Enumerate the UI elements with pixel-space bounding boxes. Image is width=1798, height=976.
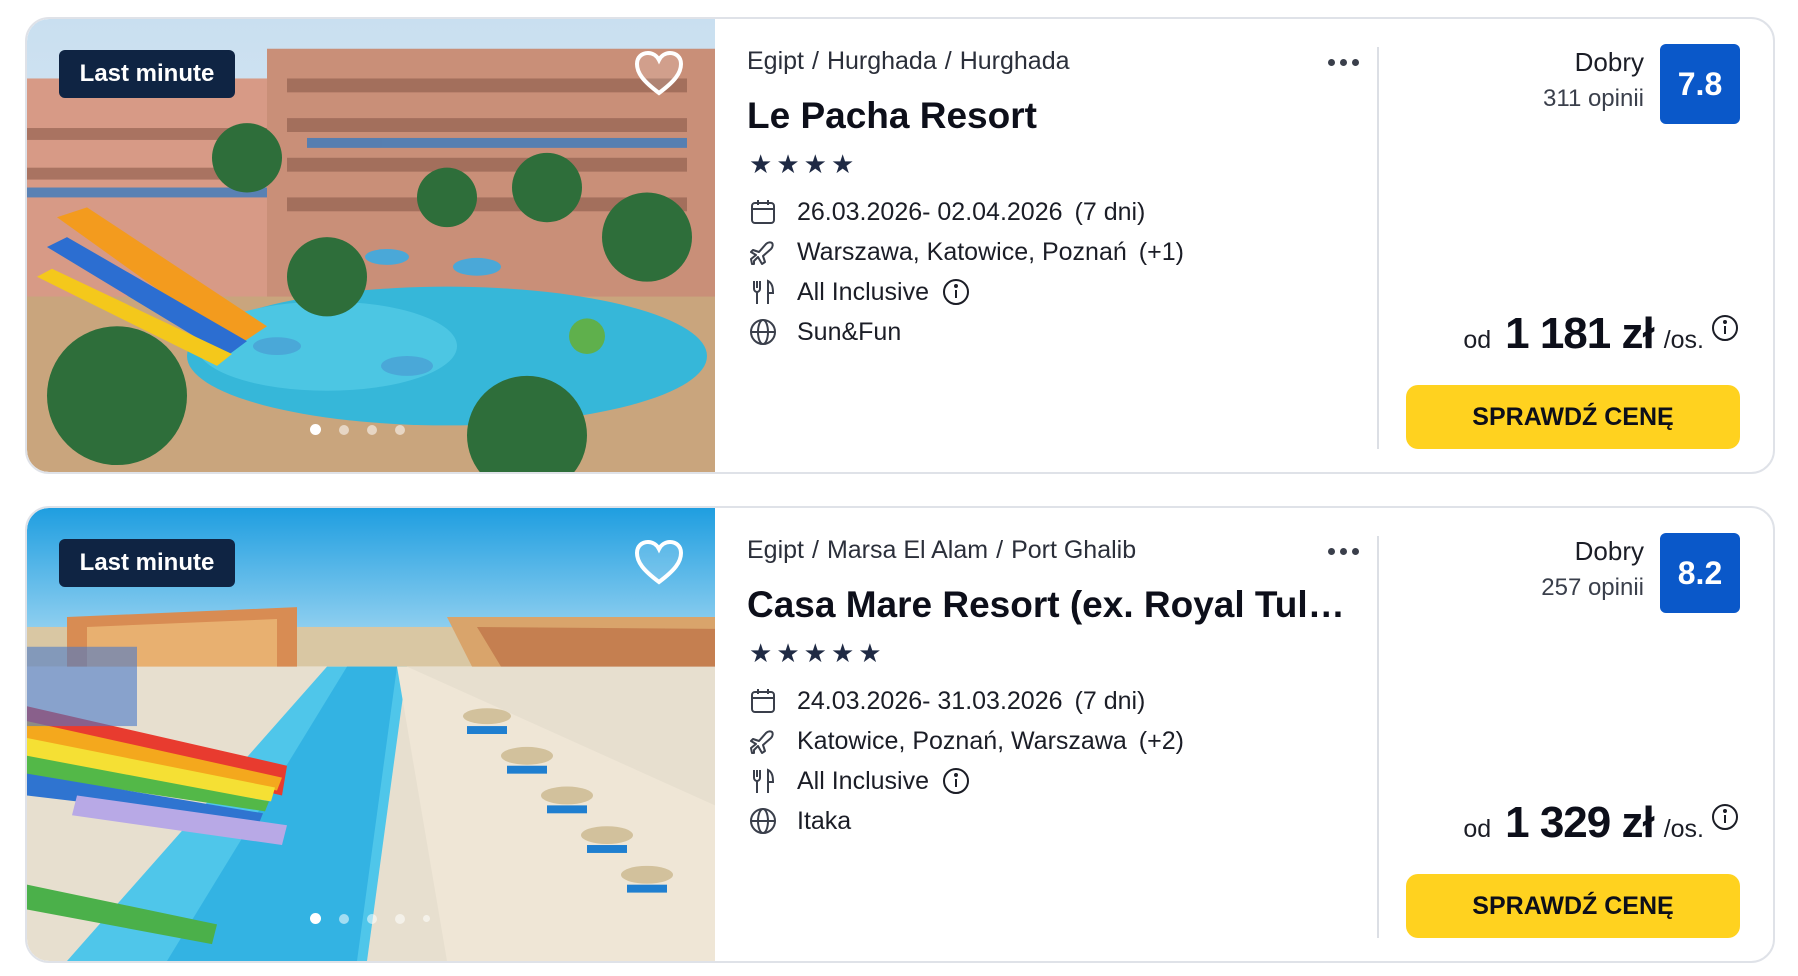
- info-icon[interactable]: [1710, 802, 1740, 832]
- hotel-stars: ★ ★ ★ ★: [749, 151, 854, 177]
- hotel-photo[interactable]: Last minute: [27, 508, 715, 961]
- rating-score: 8.2: [1660, 533, 1740, 613]
- dates-row: 26.03.2026- 02.04.2026 (7 dni): [747, 196, 1145, 228]
- star-icon: ★: [830, 149, 855, 179]
- star-icon: ★: [749, 149, 773, 179]
- airplane-icon: [747, 725, 779, 757]
- star-icon: ★: [749, 638, 773, 668]
- heart-icon[interactable]: [633, 538, 685, 586]
- dates-text: 26.03.2026- 02.04.2026: [797, 197, 1063, 226]
- duration-text: (7 dni): [1074, 197, 1146, 226]
- airports-row: Warszawa, Katowice, Poznań (+1): [747, 236, 1184, 268]
- star-icon: ★: [803, 149, 827, 179]
- board-row: All Inclusive: [747, 276, 971, 308]
- operator-row: Itaka: [747, 805, 851, 837]
- location-breadcrumb: Egipt / Hurghada / Hurghada: [747, 47, 1070, 76]
- location-breadcrumb: Egipt / Marsa El Alam / Port Ghalib: [747, 536, 1136, 565]
- carousel-dot[interactable]: [339, 913, 349, 924]
- carousel-dot[interactable]: [310, 424, 321, 435]
- check-price-button[interactable]: SPRAWDŹ CENĘ: [1406, 385, 1740, 449]
- carousel-dot[interactable]: [423, 915, 430, 922]
- calendar-icon: [747, 196, 779, 228]
- offer-card[interactable]: Last minute Egipt / Marsa El Alam / Port Gha…: [25, 506, 1775, 963]
- carousel-dots[interactable]: [310, 424, 405, 435]
- star-icon: ★: [858, 638, 882, 668]
- more-dots-icon[interactable]: [1321, 536, 1365, 566]
- breadcrumb-separator: /: [996, 536, 1004, 564]
- rating-word: Dobry: [1574, 47, 1644, 77]
- star-icon: ★: [776, 149, 800, 179]
- airplane-icon: [747, 236, 779, 268]
- star-icon: ★: [776, 638, 800, 668]
- price-per: /os.: [1663, 326, 1704, 354]
- dates-row: 24.03.2026- 31.03.2026 (7 dni): [747, 685, 1145, 717]
- divider: [1377, 536, 1379, 938]
- breadcrumb-country[interactable]: Egipt: [747, 536, 804, 564]
- board-text: All Inclusive: [797, 277, 929, 306]
- cutlery-icon: [747, 276, 779, 308]
- cutlery-icon: [747, 765, 779, 797]
- info-icon[interactable]: [1710, 313, 1740, 343]
- carousel-dot[interactable]: [367, 424, 377, 435]
- last-minute-badge: Last minute: [59, 539, 235, 587]
- airports-extra[interactable]: (+2): [1139, 727, 1184, 756]
- calendar-icon: [747, 685, 779, 717]
- airports-row: Katowice, Poznań, Warszawa (+2): [747, 725, 1184, 757]
- hotel-photo[interactable]: Last minute: [27, 19, 715, 472]
- more-dots-icon[interactable]: [1321, 47, 1365, 77]
- star-icon: ★: [803, 638, 827, 668]
- carousel-dot[interactable]: [367, 913, 377, 924]
- hotel-name[interactable]: Casa Mare Resort (ex. Royal Tulip Beach …: [747, 584, 1347, 626]
- offer-card[interactable]: Last minute Egipt / Hurghada / Hurghada Le P…: [25, 17, 1775, 474]
- price-from: od: [1463, 326, 1492, 354]
- price-row: od 1 181 zł /os.: [1463, 309, 1740, 359]
- breadcrumb-separator: /: [944, 47, 952, 75]
- carousel-dots[interactable]: [310, 913, 430, 924]
- operator-text: Sun&Fun: [797, 317, 902, 346]
- breadcrumb-separator: /: [811, 536, 819, 564]
- operator-text: Itaka: [797, 806, 852, 835]
- rating-word: Dobry: [1574, 536, 1644, 566]
- price-amount: 1 181 zł: [1505, 309, 1655, 358]
- info-icon[interactable]: [941, 766, 971, 796]
- carousel-dot[interactable]: [310, 913, 321, 924]
- airports-text: Warszawa, Katowice, Poznań: [797, 237, 1127, 266]
- breadcrumb-region[interactable]: Hurghada: [827, 47, 937, 75]
- carousel-dot[interactable]: [339, 424, 349, 435]
- price-from: od: [1463, 815, 1492, 843]
- board-text: All Inclusive: [797, 766, 929, 795]
- price-amount: 1 329 zł: [1505, 798, 1655, 847]
- breadcrumb-region[interactable]: Marsa El Alam: [827, 536, 988, 564]
- breadcrumb-city[interactable]: Hurghada: [960, 47, 1070, 75]
- info-icon[interactable]: [941, 277, 971, 307]
- offer-info: Egipt / Marsa El Alam / Port Ghalib Casa Mar…: [747, 508, 1367, 961]
- airports-extra[interactable]: (+1): [1139, 238, 1184, 267]
- airports-text: Katowice, Poznań, Warszawa: [797, 726, 1127, 755]
- globe-icon: [747, 805, 779, 837]
- divider: [1377, 47, 1379, 449]
- last-minute-badge: Last minute: [59, 50, 235, 98]
- star-icon: ★: [830, 638, 855, 668]
- breadcrumb-separator: /: [811, 47, 819, 75]
- rating-count[interactable]: 257 opinii: [1541, 574, 1644, 602]
- duration-text: (7 dni): [1074, 686, 1146, 715]
- rating-score: 7.8: [1660, 44, 1740, 124]
- carousel-dot[interactable]: [395, 913, 405, 924]
- globe-icon: [747, 316, 779, 348]
- board-row: All Inclusive: [747, 765, 971, 797]
- breadcrumb-country[interactable]: Egipt: [747, 47, 804, 75]
- price-row: od 1 329 zł /os.: [1463, 798, 1740, 848]
- operator-row: Sun&Fun: [747, 316, 901, 348]
- hotel-stars: ★ ★ ★ ★ ★: [749, 640, 882, 666]
- breadcrumb-city[interactable]: Port Ghalib: [1011, 536, 1136, 564]
- offer-info: Egipt / Hurghada / Hurghada Le Pacha Resort …: [747, 19, 1367, 472]
- heart-icon[interactable]: [633, 49, 685, 97]
- rating-count[interactable]: 311 opinii: [1543, 85, 1644, 113]
- dates-text: 24.03.2026- 31.03.2026: [797, 686, 1063, 715]
- check-price-button[interactable]: SPRAWDŹ CENĘ: [1406, 874, 1740, 938]
- hotel-name[interactable]: Le Pacha Resort: [747, 95, 1347, 137]
- carousel-dot[interactable]: [395, 424, 405, 435]
- price-per: /os.: [1663, 815, 1704, 843]
